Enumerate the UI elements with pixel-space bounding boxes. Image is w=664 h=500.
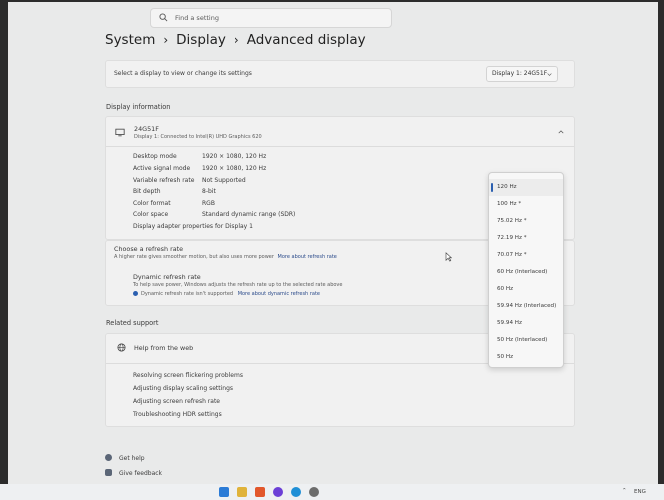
support-link[interactable]: Troubleshooting HDR settings xyxy=(133,411,222,418)
app-icon[interactable] xyxy=(273,487,283,497)
edge-browser-icon[interactable] xyxy=(291,487,301,497)
page-title: Advanced display xyxy=(246,32,366,48)
refresh-option[interactable]: 59.94 Hz xyxy=(489,315,563,332)
settings-window: Find a setting System › Display › Advanced d… xyxy=(8,2,658,484)
info-value: Not Supported xyxy=(202,177,246,184)
info-icon xyxy=(133,291,138,296)
breadcrumb-system[interactable]: System xyxy=(105,32,155,48)
monitor-name: 24G51F xyxy=(134,125,159,133)
refresh-option[interactable]: 59.94 Hz (Interlaced) xyxy=(489,298,563,315)
brave-browser-icon[interactable] xyxy=(255,487,265,497)
refresh-option[interactable]: 75.02 Hz * xyxy=(489,213,563,230)
select-display-label: Select a display to view or change its s… xyxy=(114,70,252,77)
file-explorer-icon[interactable] xyxy=(237,487,247,497)
info-key: Bit depth xyxy=(133,188,161,195)
breadcrumb-separator: › xyxy=(233,33,239,47)
settings-gear-icon[interactable] xyxy=(309,487,319,497)
search-placeholder: Find a setting xyxy=(175,14,219,22)
monitor-icon xyxy=(115,128,125,137)
refresh-rate-desc: A higher rate gives smoother motion, but… xyxy=(114,254,337,260)
info-value: 1920 × 1080, 120 Hz xyxy=(202,165,267,172)
refresh-option-label: 59.94 Hz (Interlaced) xyxy=(497,303,557,309)
breadcrumb-separator: › xyxy=(163,33,169,47)
refresh-option-label: 50 Hz (Interlaced) xyxy=(497,337,548,343)
feedback-icon xyxy=(105,469,112,476)
language-indicator[interactable]: ENG xyxy=(634,489,646,495)
refresh-option-label: 72.19 Hz * xyxy=(497,235,527,241)
search-box[interactable]: Find a setting xyxy=(150,8,392,28)
info-value: RGB xyxy=(202,200,215,207)
refresh-rate-title: Choose a refresh rate xyxy=(114,245,184,253)
refresh-option[interactable]: 72.19 Hz * xyxy=(489,230,563,247)
globe-icon xyxy=(117,343,126,352)
display-dropdown[interactable]: Display 1: 24G51F xyxy=(486,66,558,82)
refresh-option-label: 60 Hz (Interlaced) xyxy=(497,269,548,275)
select-display-card: Select a display to view or change its s… xyxy=(105,60,575,88)
refresh-option-label: 70.07 Hz * xyxy=(497,252,527,258)
display-info-heading: Display information xyxy=(106,103,171,111)
info-key: Color space xyxy=(133,211,169,218)
help-from-web-title[interactable]: Help from the web xyxy=(134,344,193,352)
refresh-option-label: 100 Hz * xyxy=(497,201,522,207)
refresh-option[interactable]: 50 Hz xyxy=(489,349,563,366)
refresh-option-label: 75.02 Hz * xyxy=(497,218,527,224)
refresh-option[interactable]: 60 Hz (Interlaced) xyxy=(489,264,563,281)
dynamic-refresh-desc: To help save power, Windows adjusts the … xyxy=(133,282,343,288)
refresh-rate-link[interactable]: More about refresh rate xyxy=(278,254,337,260)
refresh-option[interactable]: 120 Hz xyxy=(489,179,563,196)
chevron-down-icon xyxy=(547,73,552,76)
give-feedback-label: Give feedback xyxy=(119,470,163,477)
breadcrumb: System › Display › Advanced display xyxy=(105,32,366,48)
dynamic-refresh-title: Dynamic refresh rate xyxy=(133,273,201,281)
chevron-up-icon[interactable]: ⌃ xyxy=(622,488,627,494)
give-feedback-link[interactable]: Give feedback xyxy=(105,460,162,479)
breadcrumb-display[interactable]: Display xyxy=(176,32,226,48)
support-link[interactable]: Resolving screen flickering problems xyxy=(133,372,243,379)
divider xyxy=(106,146,574,147)
related-support-heading: Related support xyxy=(106,319,159,327)
refresh-option-label: 120 Hz xyxy=(497,184,517,190)
refresh-rate-desc-text: A higher rate gives smoother motion, but… xyxy=(114,254,274,260)
selection-indicator xyxy=(491,183,493,192)
refresh-option[interactable]: 50 Hz (Interlaced) xyxy=(489,332,563,349)
refresh-option-label: 50 Hz xyxy=(497,354,514,360)
windows-start-icon[interactable] xyxy=(219,487,229,497)
dynamic-refresh-note: Dynamic refresh rate isn't supported Mor… xyxy=(133,291,320,297)
support-link[interactable]: Adjusting screen refresh rate xyxy=(133,398,220,405)
info-value: 8-bit xyxy=(202,188,216,195)
info-value: Standard dynamic range (SDR) xyxy=(202,211,296,218)
mouse-cursor-icon xyxy=(445,252,452,262)
refresh-option[interactable]: 60 Hz xyxy=(489,281,563,298)
refresh-rate-dropdown[interactable]: 120 Hz 100 Hz * 75.02 Hz * 72.19 Hz * 70… xyxy=(488,172,564,368)
monitor-subtitle: Display 1: Connected to Intel(R) UHD Gra… xyxy=(134,134,262,140)
refresh-option-label: 60 Hz xyxy=(497,286,514,292)
support-link[interactable]: Adjusting display scaling settings xyxy=(133,385,233,392)
chevron-up-icon[interactable] xyxy=(558,129,564,135)
refresh-option[interactable]: 100 Hz * xyxy=(489,196,563,213)
info-key: Active signal mode xyxy=(133,165,191,172)
display-dropdown-value: Display 1: 24G51F xyxy=(492,70,548,77)
search-icon xyxy=(159,13,168,22)
info-key: Color format xyxy=(133,200,171,207)
taskbar: ⌃ ENG xyxy=(0,484,664,500)
info-value: 1920 × 1080, 120 Hz xyxy=(202,153,267,160)
info-key: Variable refresh rate xyxy=(133,177,195,184)
display-adapter-link[interactable]: Display adapter properties for Display 1 xyxy=(133,223,253,230)
refresh-option-label: 59.94 Hz xyxy=(497,320,522,326)
refresh-option[interactable]: 70.07 Hz * xyxy=(489,247,563,264)
dynamic-refresh-link[interactable]: More about dynamic refresh rate xyxy=(238,291,320,297)
dynamic-refresh-note-text: Dynamic refresh rate isn't supported xyxy=(141,291,234,297)
info-key: Desktop mode xyxy=(133,153,177,160)
